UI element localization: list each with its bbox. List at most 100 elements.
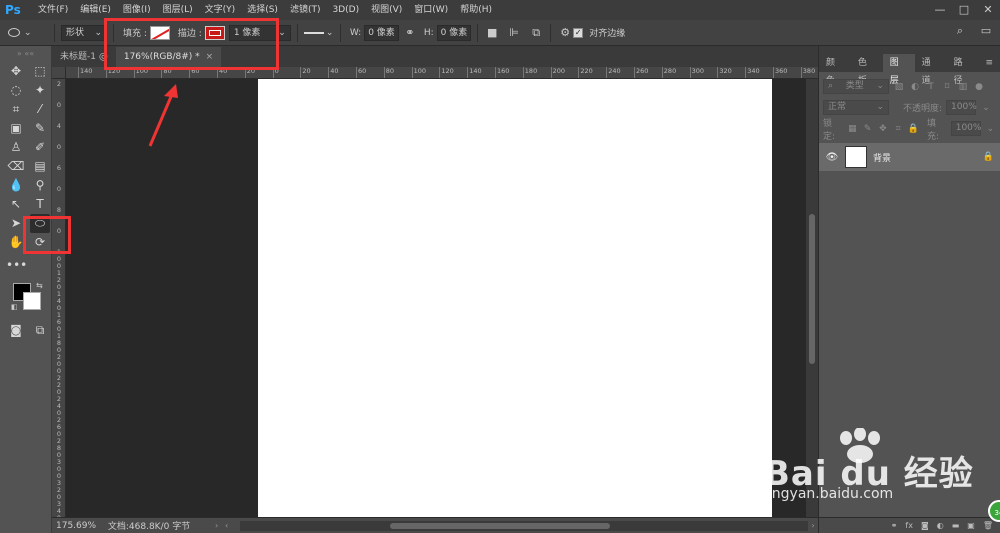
clone-stamp-icon[interactable]: ♙ <box>6 138 26 157</box>
vertical-scroll-thumb[interactable] <box>809 214 815 364</box>
quick-mask-icon[interactable]: ◙ <box>6 321 26 340</box>
screen-mode-icon[interactable]: ⧉ <box>30 321 50 340</box>
menu-filter[interactable]: 滤镜(T) <box>284 0 327 20</box>
tab-layers[interactable]: 图层 <box>882 54 915 86</box>
toolbar-grip[interactable]: » «« <box>0 46 51 62</box>
path-arrangement-icon[interactable]: ⧉ <box>528 26 544 40</box>
shape-filter-icon[interactable]: ⌑ <box>941 82 953 92</box>
horizontal-scroll-thumb[interactable] <box>389 522 610 529</box>
tab-untitled[interactable]: 未标题-1 @ <box>52 47 116 67</box>
close-icon[interactable]: × <box>206 52 214 62</box>
smart-object-filter-icon[interactable]: ▥ <box>957 82 969 92</box>
vertical-scrollbar[interactable] <box>806 79 818 517</box>
horizontal-ruler[interactable]: 140 120 100 80 60 40 20 0 20 40 60 80 100 120 140 160 18… <box>66 67 818 79</box>
menu-layer[interactable]: 图层(L) <box>157 0 199 20</box>
link-layers-icon[interactable]: ⚭ <box>891 521 898 530</box>
lock-pixels-icon[interactable]: ✎ <box>862 124 873 134</box>
link-icon[interactable]: ⚭ <box>402 26 418 39</box>
tab-paths[interactable]: 路径 <box>947 54 979 86</box>
background-color[interactable] <box>23 292 41 310</box>
filter-toggle-icon[interactable]: ● <box>973 82 985 92</box>
panel-grip[interactable] <box>819 46 1000 54</box>
path-operations-icon[interactable]: ■ <box>484 26 500 39</box>
delete-layer-icon[interactable]: 🗑 <box>983 521 993 530</box>
chevron-right-icon[interactable]: › <box>212 521 222 530</box>
default-colors-icon[interactable]: ◧ <box>11 303 18 311</box>
adjustment-filter-icon[interactable]: ◐ <box>909 82 921 92</box>
gradient-tool-icon[interactable]: ▤ <box>30 157 50 176</box>
fill-field[interactable]: 100% <box>950 121 981 136</box>
zoom-level[interactable]: 175.69% <box>52 521 102 531</box>
lasso-tool-icon[interactable]: ◌ <box>6 81 26 100</box>
menu-type[interactable]: 文字(Y) <box>199 0 242 20</box>
brush-tool-icon[interactable]: ✎ <box>30 119 50 138</box>
adjustment-layer-icon[interactable]: ◐ <box>937 521 944 530</box>
document-canvas[interactable] <box>258 79 772 517</box>
menu-window[interactable]: 窗口(W) <box>408 0 454 20</box>
menu-select[interactable]: 选择(S) <box>241 0 284 20</box>
stroke-swatch[interactable] <box>204 25 225 40</box>
image-filter-icon[interactable]: ▧ <box>893 82 905 92</box>
align-edges-checkbox[interactable]: ✓ <box>573 27 584 38</box>
layer-background[interactable]: 👁 背景 🔒 <box>819 143 1000 171</box>
chevron-right-icon[interactable]: › <box>808 521 818 530</box>
chevron-left-icon[interactable]: ‹ <box>222 521 232 530</box>
ruler-corner[interactable] <box>52 67 66 79</box>
document-info[interactable]: 文档:468.8K/0 字节 <box>102 519 212 532</box>
type-filter-icon[interactable]: T <box>925 82 937 92</box>
stroke-type-picker[interactable]: ⌄ <box>303 25 334 41</box>
lock-all-icon[interactable]: 🔒 <box>908 124 919 134</box>
vertical-ruler[interactable]: 204060801 0 01 2 01 4 01 6 01 8 02 0 02 … <box>52 79 66 517</box>
chevron-down-icon[interactable]: ⌄ <box>980 103 992 113</box>
layer-style-icon[interactable]: fx <box>905 521 913 530</box>
tab-active-document[interactable]: 176%(RGB/8#) * × <box>115 47 222 67</box>
swap-colors-icon[interactable]: ⇆ <box>36 281 43 290</box>
tool-preset-picker[interactable]: ⌄ <box>8 24 48 42</box>
layer-mask-icon[interactable]: ◙ <box>921 521 929 530</box>
blur-tool-icon[interactable]: 💧 <box>6 176 26 195</box>
chevron-down-icon[interactable]: ⌄ <box>985 124 996 134</box>
lock-artboard-icon[interactable]: ⌗ <box>892 124 903 134</box>
lock-position-icon[interactable]: ✥ <box>877 124 888 134</box>
menu-edit[interactable]: 编辑(E) <box>74 0 117 20</box>
menu-view[interactable]: 视图(V) <box>365 0 408 20</box>
blend-mode-select[interactable]: 正常 ⌄ <box>823 100 889 115</box>
horizontal-scrollbar[interactable] <box>239 520 809 531</box>
mode-select[interactable]: 形状 ⌄ <box>61 24 107 41</box>
search-icon[interactable]: ⌕ <box>952 24 968 38</box>
fill-swatch[interactable] <box>149 25 170 40</box>
dodge-tool-icon[interactable]: ⚲ <box>30 176 50 195</box>
path-alignment-icon[interactable]: ⊫ <box>506 26 522 39</box>
crop-tool-icon[interactable]: ⌗ <box>6 100 26 119</box>
workspace-icon[interactable]: ▭ <box>978 24 994 38</box>
tab-swatches[interactable]: 色板 <box>851 54 883 86</box>
menu-3d[interactable]: 3D(D) <box>326 0 365 20</box>
minimize-button[interactable]: — <box>928 0 952 20</box>
menu-help[interactable]: 帮助(H) <box>454 0 498 20</box>
eraser-tool-icon[interactable]: ⌫ <box>6 157 26 176</box>
new-group-icon[interactable]: ▬ <box>952 521 960 530</box>
maximize-button[interactable]: □ <box>952 0 976 20</box>
path-select-icon[interactable]: ➤ <box>6 214 26 233</box>
magic-wand-tool-icon[interactable]: ✦ <box>30 81 50 100</box>
height-field[interactable]: 0 像素 <box>436 24 472 41</box>
pen-tool-icon[interactable]: ↖ <box>6 195 26 214</box>
hand-tool-icon[interactable]: ✋ <box>6 233 26 252</box>
gear-icon[interactable]: ⚙ <box>557 26 573 39</box>
close-button[interactable]: ✕ <box>976 0 1000 20</box>
tab-color[interactable]: 颜色 <box>819 54 851 86</box>
healing-brush-icon[interactable]: ▣ <box>6 119 26 138</box>
more-tools-icon[interactable]: ••• <box>6 256 27 275</box>
move-tool-icon[interactable]: ✥ <box>6 62 26 81</box>
menu-file[interactable]: 文件(F) <box>32 0 74 20</box>
new-layer-icon[interactable]: ▣ <box>967 521 975 530</box>
tab-channels[interactable]: 通道 <box>915 54 947 86</box>
opacity-field[interactable]: 100% <box>946 100 977 115</box>
ellipse-tool-icon[interactable]: ⬭ <box>30 214 50 233</box>
marquee-tool-icon[interactable]: ⬚ <box>30 62 50 81</box>
lock-transparent-icon[interactable]: ▦ <box>847 124 858 134</box>
type-tool-icon[interactable]: T <box>30 195 50 214</box>
stroke-width-field[interactable]: 1 像素 ⌄ <box>228 24 291 41</box>
layer-name[interactable]: 背景 <box>873 151 977 164</box>
panel-menu-icon[interactable]: ≡ <box>978 54 1000 72</box>
